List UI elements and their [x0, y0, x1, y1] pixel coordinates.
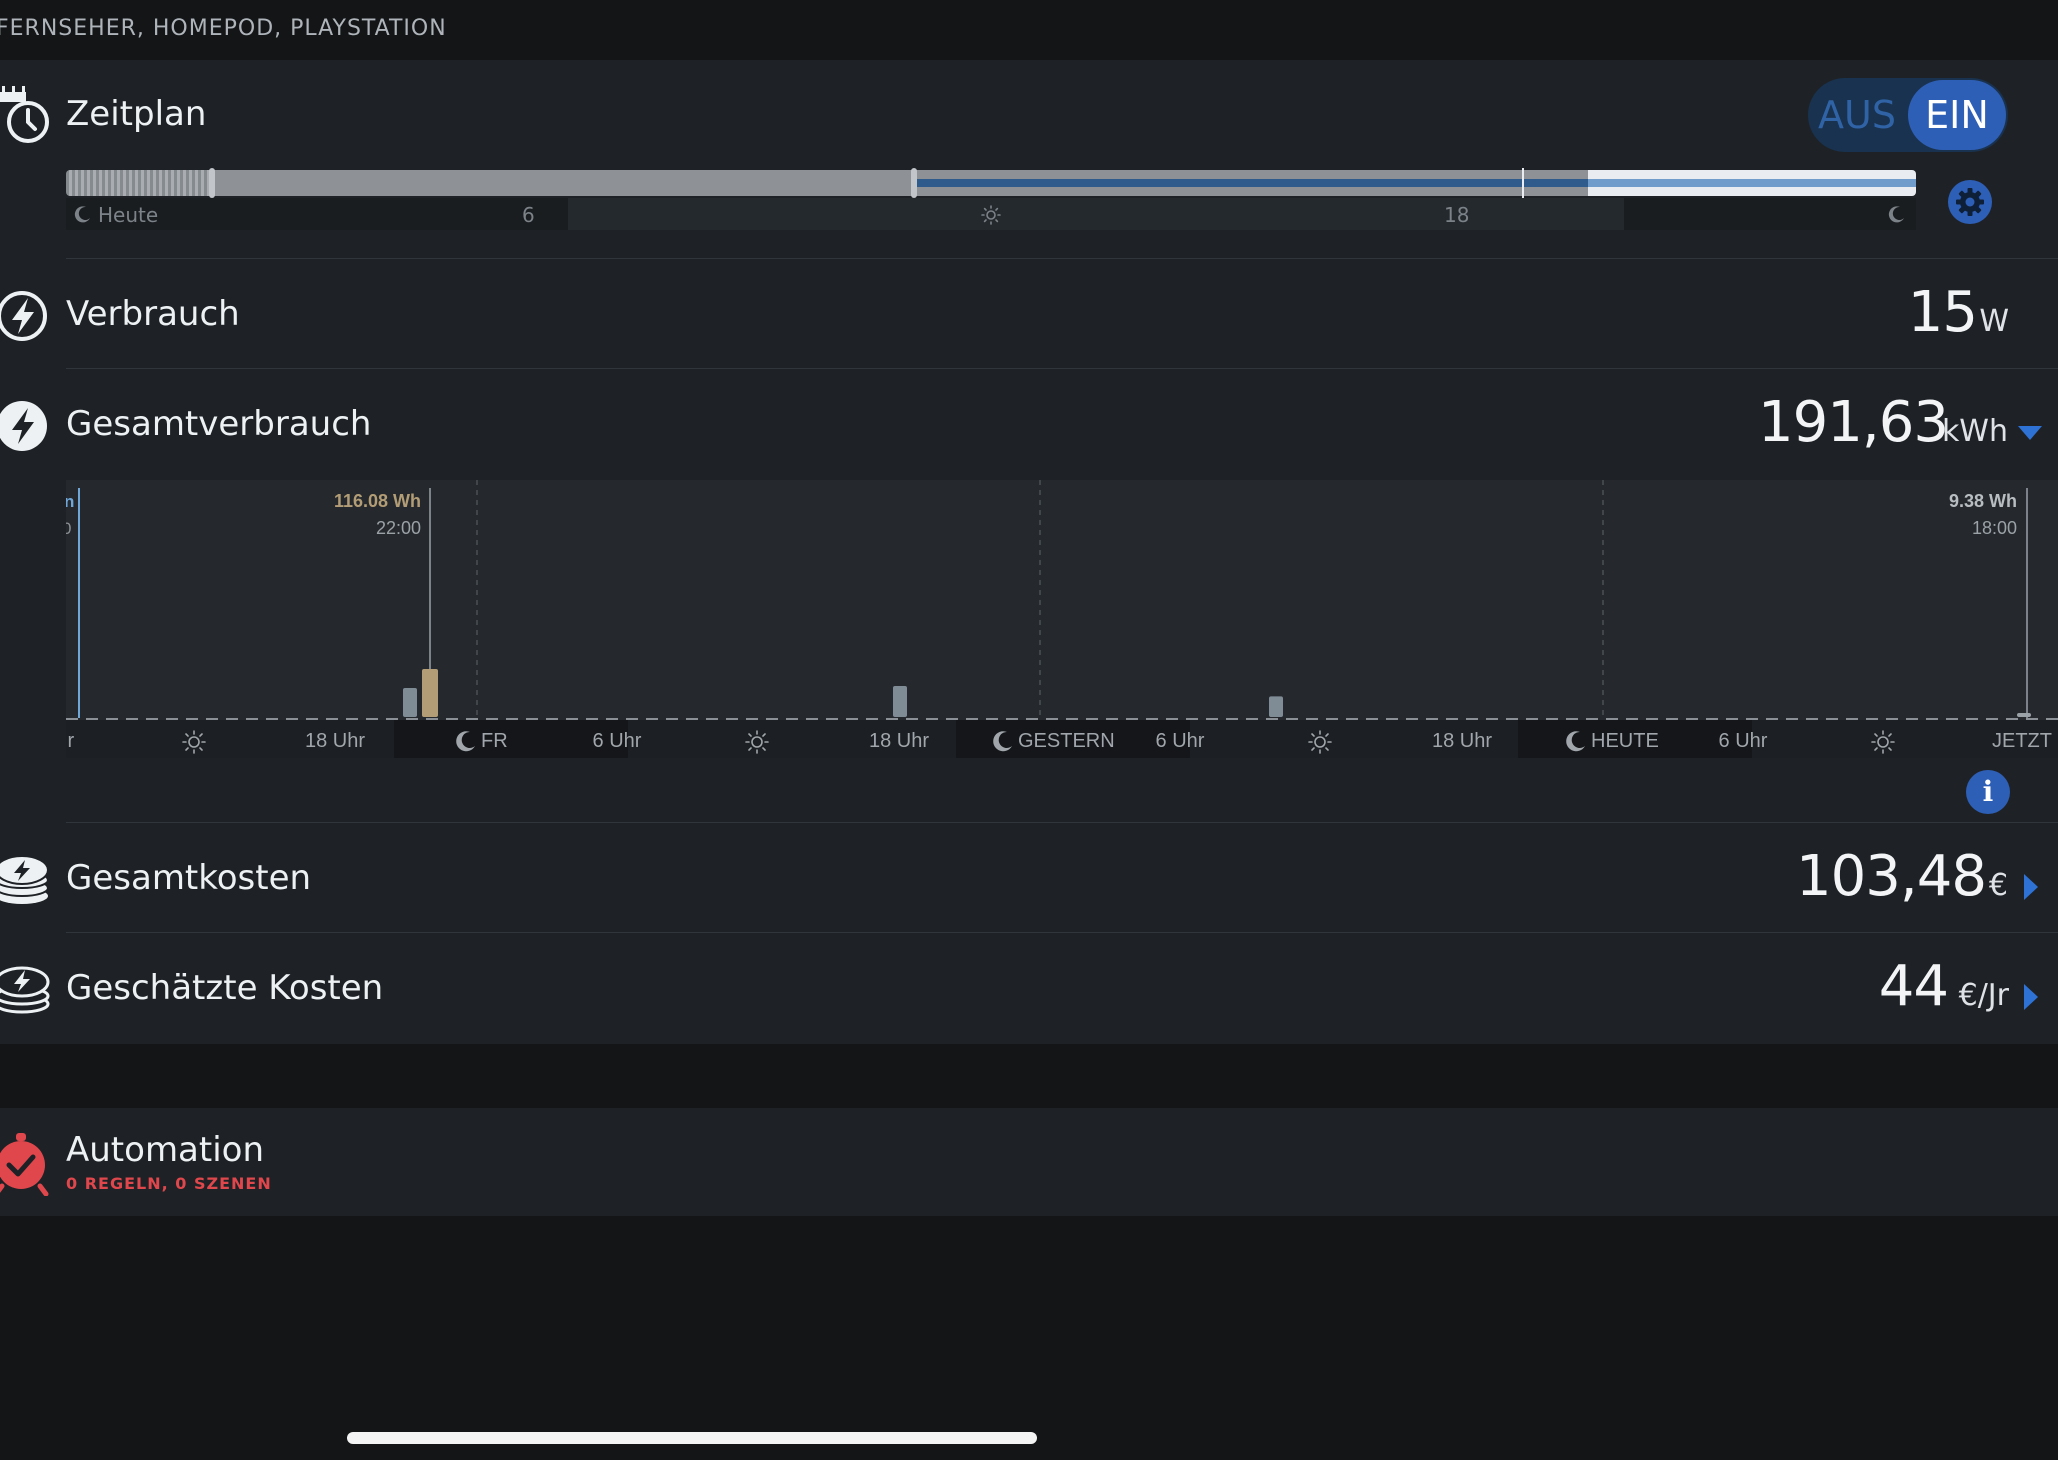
alarm-clock-icon [0, 1133, 49, 1196]
chart-axis-label: 6 Uhr [1719, 730, 1768, 752]
chart-axis-label: 6 Uhr [593, 730, 642, 752]
chart-bar[interactable] [1269, 696, 1283, 717]
divider [66, 258, 2058, 259]
automation-subtitle: 0 REGELN, 0 SZENEN [66, 1174, 272, 1193]
schedule-handle-start[interactable] [209, 168, 215, 198]
chart-axis-label: 18 Uhr [1432, 730, 1492, 752]
schedule-label-18: 18 [1444, 203, 1470, 227]
chart-axis-label: JETZT [1992, 730, 2052, 752]
sun-icon [981, 205, 1001, 225]
schedule-handle-end[interactable] [911, 168, 917, 198]
info-icon: i [1982, 775, 1994, 808]
lightning-icon [0, 291, 47, 341]
chart-axis-label: GESTERN [1018, 730, 1115, 752]
calendar-clock-icon [0, 86, 49, 143]
schedule-toggle[interactable]: AUS EIN [1808, 78, 2008, 152]
estimated-costs-value: 44 [1878, 954, 1949, 1019]
chart-bar[interactable] [403, 688, 417, 717]
chart-annotation-time: 22:00 [376, 518, 421, 538]
chart-bar[interactable] [893, 685, 907, 717]
coins-icon [0, 855, 49, 904]
chart-plot-area [66, 480, 2058, 720]
lightning-filled-icon [0, 401, 47, 451]
moon-icon [1888, 206, 1904, 223]
schedule-segment-on [914, 170, 1588, 196]
consumption-unit: W [1979, 304, 2009, 339]
moon-icon [74, 206, 90, 223]
total-costs-value: 103,48 [1796, 844, 1987, 909]
chart-axis-label: 18 Uhr [305, 730, 365, 752]
coins-icon [0, 966, 50, 1014]
chevron-down-icon[interactable] [2018, 426, 2042, 442]
chart-bar[interactable] [422, 669, 438, 717]
total-consumption-label: Gesamtverbrauch [66, 404, 372, 444]
total-consumption-value: 191,63 [1758, 390, 1949, 455]
schedule-segment-active [1588, 170, 1916, 196]
consumption-value: 15 [1907, 280, 1978, 345]
automation-panel[interactable] [0, 1108, 2058, 1216]
chart-bar[interactable] [2017, 713, 2031, 717]
home-indicator[interactable] [347, 1432, 1037, 1444]
schedule-timeline[interactable] [66, 170, 1916, 196]
estimated-costs-label: Geschätzte Kosten [66, 968, 384, 1008]
header-bar: FERNSEHER, HOMEPOD, PLAYSTATION [0, 0, 2058, 60]
chart-edge-mark-bottom: 0 [66, 519, 71, 538]
chevron-right-icon[interactable] [2024, 984, 2038, 1010]
chart-axis-labels: ır 18 Uhr FR 6 Uhr 18 Uhr GESTERN 6 Uhr … [66, 730, 2052, 752]
toggle-off-option[interactable]: AUS [1808, 78, 1906, 152]
header-title: FERNSEHER, HOMEPOD, PLAYSTATION [0, 16, 447, 41]
chart-axis-label: HEUTE [1591, 730, 1659, 752]
gear-icon [1956, 188, 1984, 216]
schedule-segment-off [212, 170, 914, 196]
chart-axis-label: 18 Uhr [869, 730, 929, 752]
divider [66, 368, 2058, 369]
consumption-label: Verbrauch [66, 294, 240, 334]
divider [66, 822, 2058, 823]
total-consumption-unit: kWh [1941, 414, 2008, 449]
chart-annotation-value: 116.08 Wh [334, 491, 421, 511]
chart-axis-label: ır [66, 730, 75, 752]
chart-axis-label: 6 Uhr [1156, 730, 1205, 752]
info-button[interactable]: i [1966, 770, 2010, 814]
chart-axis-label: FR [481, 730, 508, 752]
chart-annotation-time: 18:00 [1972, 518, 2017, 538]
divider [66, 932, 2058, 933]
schedule-label-today: Heute [98, 203, 159, 227]
chart-edge-mark-top: n [66, 492, 74, 511]
schedule-segment-hatched [66, 170, 212, 196]
estimated-costs-unit: €/Jr [1958, 978, 2009, 1013]
toggle-on-option[interactable]: EIN [1908, 80, 2006, 150]
schedule-label: Zeitplan [66, 94, 207, 134]
schedule-timeline-labels: Heute 6 18 [66, 198, 1916, 230]
schedule-settings-button[interactable] [1948, 180, 1992, 224]
consumption-chart[interactable]: n 0 116.08 Wh 22:00 9.38 Wh 18:00 ır 18 … [66, 480, 2058, 758]
total-costs-unit: € [1988, 868, 2008, 903]
chevron-right-icon[interactable] [2024, 874, 2038, 900]
chart-annotation-value: 9.38 Wh [1949, 491, 2017, 511]
schedule-label-6: 6 [522, 203, 535, 227]
automation-label: Automation [66, 1130, 265, 1170]
total-costs-label: Gesamtkosten [66, 858, 312, 898]
